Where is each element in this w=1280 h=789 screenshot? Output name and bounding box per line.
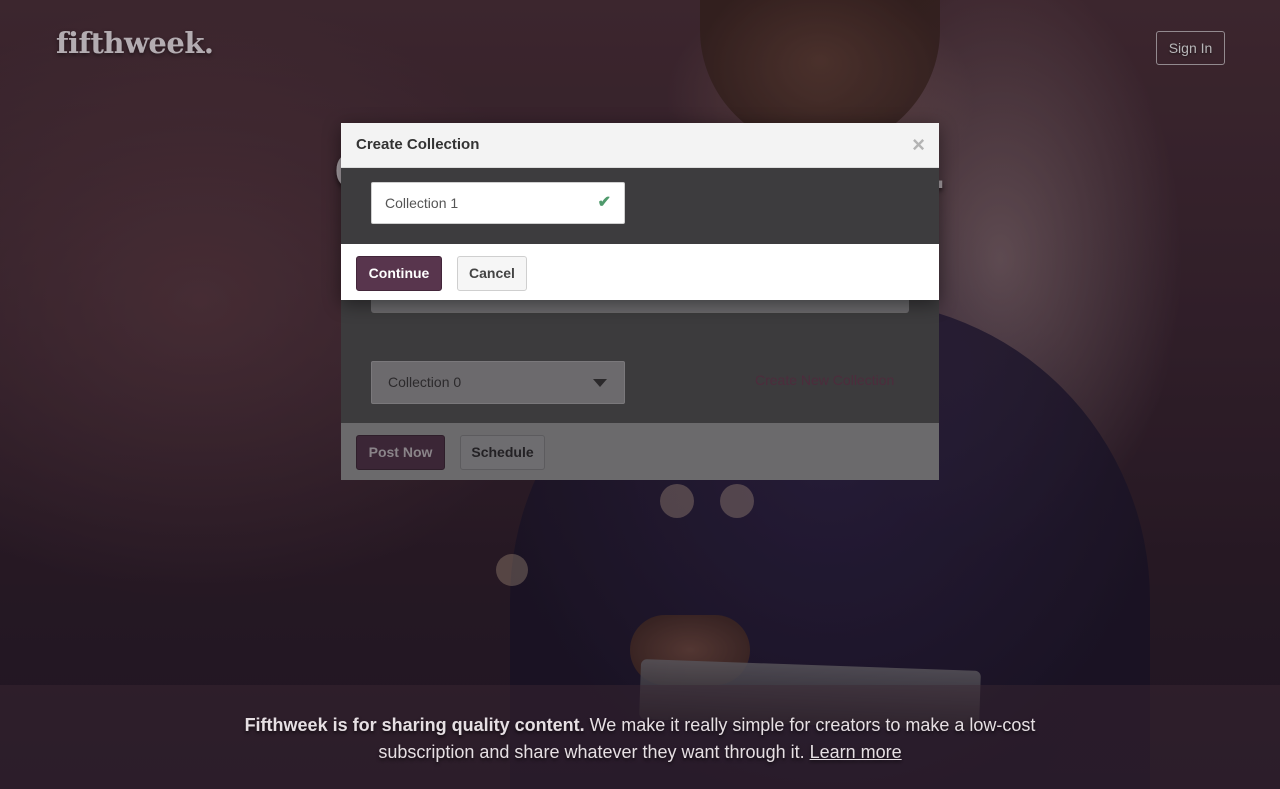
collection-name-input[interactable] xyxy=(372,183,582,223)
collection-select[interactable]: Collection 0 xyxy=(371,361,625,404)
learn-more-link[interactable]: Learn more xyxy=(810,742,902,762)
create-new-collection-link[interactable]: Create New Collection xyxy=(755,372,894,388)
modal-header: Create Collection × xyxy=(341,123,939,168)
modal-footer: Continue Cancel xyxy=(341,244,939,300)
close-icon[interactable]: × xyxy=(912,133,925,157)
schedule-button[interactable]: Schedule xyxy=(460,435,545,470)
check-icon: ✔ xyxy=(597,194,611,211)
post-now-button[interactable]: Post Now xyxy=(356,435,445,470)
collection-name-field[interactable]: ✔ xyxy=(371,182,625,224)
tagline-bold: Fifthweek is for sharing quality content… xyxy=(244,715,585,735)
continue-button[interactable]: Continue xyxy=(356,256,442,291)
modal-title: Create Collection xyxy=(356,136,480,153)
composer-footer: Post Now Schedule xyxy=(341,423,939,480)
footer-tagline: Fifthweek is for sharing quality content… xyxy=(240,712,1040,766)
create-collection-modal: Create Collection × ✔ Continue Cancel xyxy=(341,123,939,300)
cancel-button[interactable]: Cancel xyxy=(457,256,527,291)
modal-body: ✔ xyxy=(341,168,939,244)
chevron-down-icon xyxy=(593,379,607,387)
collection-select-value: Collection 0 xyxy=(388,374,462,390)
